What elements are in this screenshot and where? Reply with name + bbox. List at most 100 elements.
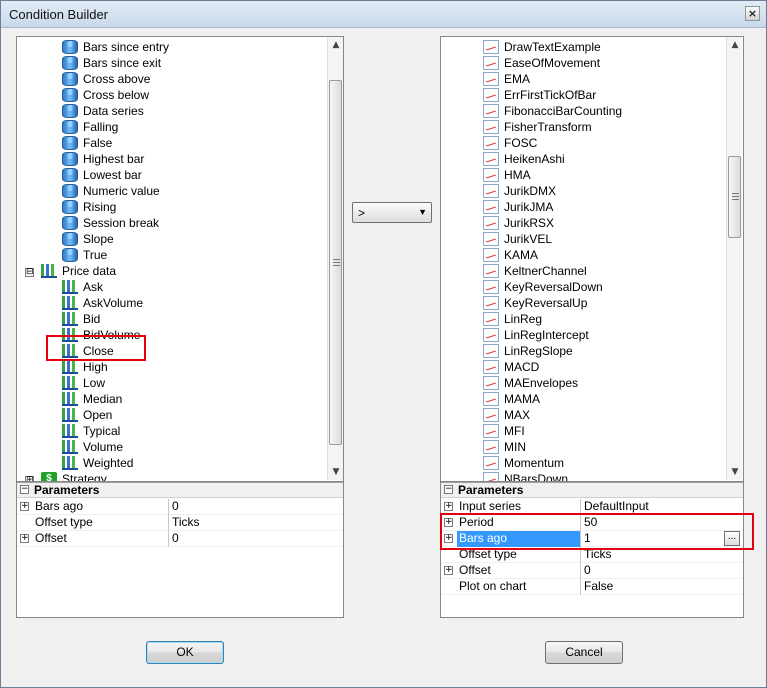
- tree-item[interactable]: Lowest bar: [62, 166, 142, 182]
- tree-item[interactable]: False: [62, 134, 112, 150]
- indicator-item[interactable]: LinRegIntercept: [483, 326, 589, 342]
- left-tree-panel[interactable]: Bars since entry Bars since exit Cross abo…: [16, 36, 344, 482]
- indicator-icon: [483, 343, 499, 358]
- tree-item[interactable]: Data series: [62, 102, 144, 118]
- indicator-item[interactable]: EaseOfMovement: [483, 54, 600, 70]
- scroll-up-icon[interactable]: ▲: [328, 37, 344, 53]
- scroll-up-icon[interactable]: ▲: [727, 37, 743, 53]
- tree-item[interactable]: Low: [62, 374, 105, 390]
- parameter-row[interactable]: Offset type Ticks: [17, 515, 343, 531]
- tree-item[interactable]: Median: [62, 390, 122, 406]
- indicator-item[interactable]: MAX: [483, 406, 530, 422]
- indicator-item[interactable]: HMA: [483, 166, 531, 182]
- indicator-item[interactable]: JurikDMX: [483, 182, 556, 198]
- parameter-value[interactable]: 0: [169, 531, 343, 547]
- left-parameters-panel: − Parameters + Bars ago 0 Offset type Ticks + O…: [16, 482, 344, 618]
- parameter-row[interactable]: Plot on chart False: [441, 579, 743, 595]
- tree-item[interactable]: Numeric value: [62, 182, 160, 198]
- indicator-item[interactable]: KeyReversalDown: [483, 278, 603, 294]
- indicator-item[interactable]: KAMA: [483, 246, 538, 262]
- tree-item-label: True: [83, 247, 108, 262]
- expand-icon[interactable]: +: [20, 534, 29, 543]
- indicator-icon: [483, 423, 499, 438]
- ok-button[interactable]: OK: [146, 641, 224, 664]
- collapse-icon[interactable]: ⊟: [25, 268, 34, 277]
- tree-item[interactable]: Bars since exit: [62, 54, 161, 70]
- expand-icon[interactable]: +: [444, 502, 453, 511]
- tree-item[interactable]: Falling: [62, 118, 118, 134]
- parameter-value[interactable]: Ticks: [169, 515, 343, 531]
- expand-icon[interactable]: +: [20, 502, 29, 511]
- indicator-label: LinRegIntercept: [504, 327, 589, 342]
- tree-item[interactable]: ⊞ $ Strategy: [25, 470, 107, 481]
- indicator-item[interactable]: MAMA: [483, 390, 540, 406]
- parameter-row[interactable]: + Bars ago 0: [17, 499, 343, 515]
- scroll-thumb[interactable]: [728, 156, 741, 238]
- parameter-row[interactable]: + Offset 0: [17, 531, 343, 547]
- indicator-label: JurikRSX: [504, 215, 555, 230]
- tree-item-label: Bid: [83, 311, 101, 326]
- scroll-down-icon[interactable]: ▼: [328, 464, 344, 480]
- indicator-item[interactable]: ErrFirstTickOfBar: [483, 86, 596, 102]
- indicator-item[interactable]: FisherTransform: [483, 118, 592, 134]
- indicator-item[interactable]: MFI: [483, 422, 525, 438]
- indicator-item[interactable]: JurikRSX: [483, 214, 554, 230]
- tree-item[interactable]: Cross above: [62, 70, 150, 86]
- tree-item[interactable]: Open: [62, 406, 112, 422]
- parameter-label: Plot on chart: [457, 579, 581, 595]
- close-button[interactable]: ×: [745, 6, 760, 21]
- indicator-icon: [483, 167, 499, 182]
- indicator-item[interactable]: KeltnerChannel: [483, 262, 587, 278]
- indicator-item[interactable]: KeyReversalUp: [483, 294, 587, 310]
- indicator-label: KeyReversalDown: [504, 279, 603, 294]
- tree-item[interactable]: ⊟ Price data: [25, 262, 116, 278]
- tree-item[interactable]: Bars since entry: [62, 38, 169, 54]
- right-indicator-list[interactable]: DrawTextExample EaseOfMovement EMA ErrFirst…: [440, 36, 744, 482]
- indicator-item[interactable]: Momentum: [483, 454, 564, 470]
- indicator-item[interactable]: HeikenAshi: [483, 150, 565, 166]
- indicator-item[interactable]: JurikJMA: [483, 198, 553, 214]
- tree-item[interactable]: Rising: [62, 198, 116, 214]
- operator-dropdown[interactable]: > ▼: [352, 202, 432, 223]
- indicator-item[interactable]: MACD: [483, 358, 539, 374]
- indicator-item[interactable]: EMA: [483, 70, 530, 86]
- tree-item[interactable]: Weighted: [62, 454, 133, 470]
- indicator-item[interactable]: FibonacciBarCounting: [483, 102, 622, 118]
- indicator-item[interactable]: LinRegSlope: [483, 342, 573, 358]
- tree-item[interactable]: Typical: [62, 422, 120, 438]
- bar-chart-icon: [62, 375, 78, 390]
- cylinder-icon: [62, 103, 78, 118]
- left-tree-scrollbar[interactable]: ▲ ▼: [327, 37, 343, 480]
- tree-item[interactable]: Cross below: [62, 86, 149, 102]
- indicator-item[interactable]: LinReg: [483, 310, 542, 326]
- tree-item[interactable]: Slope: [62, 230, 114, 246]
- indicator-item[interactable]: MIN: [483, 438, 526, 454]
- scroll-thumb[interactable]: [329, 80, 342, 445]
- indicator-item[interactable]: NBarsDown: [483, 470, 568, 481]
- scroll-down-icon[interactable]: ▼: [727, 464, 743, 480]
- tree-item[interactable]: Volume: [62, 438, 123, 454]
- parameter-value[interactable]: 0: [169, 499, 343, 515]
- tree-item[interactable]: Ask: [62, 278, 103, 294]
- tree-item[interactable]: Session break: [62, 214, 159, 230]
- cylinder-icon: [62, 135, 78, 150]
- tree-item[interactable]: Bid: [62, 310, 100, 326]
- cylinder-icon: [62, 71, 78, 86]
- indicator-item[interactable]: JurikVEL: [483, 230, 552, 246]
- indicator-item[interactable]: DrawTextExample: [483, 38, 601, 54]
- indicator-label: EMA: [504, 71, 531, 86]
- expand-icon[interactable]: +: [444, 566, 453, 575]
- right-list-scrollbar[interactable]: ▲ ▼: [726, 37, 742, 480]
- tree-item[interactable]: Highest bar: [62, 150, 144, 166]
- indicator-item[interactable]: FOSC: [483, 134, 537, 150]
- left-parameters-header: − Parameters: [17, 482, 343, 498]
- tree-item-label: Typical: [83, 423, 121, 438]
- tree-item[interactable]: True: [62, 246, 107, 262]
- cancel-button[interactable]: Cancel: [545, 641, 623, 664]
- dropdown-arrow-icon: ▼: [418, 207, 427, 217]
- tree-item[interactable]: AskVolume: [62, 294, 143, 310]
- indicator-item[interactable]: MAEnvelopes: [483, 374, 578, 390]
- parameter-row[interactable]: + Offset 0: [441, 563, 743, 579]
- parameter-value[interactable]: 0: [581, 563, 743, 579]
- parameter-value[interactable]: False: [581, 579, 743, 595]
